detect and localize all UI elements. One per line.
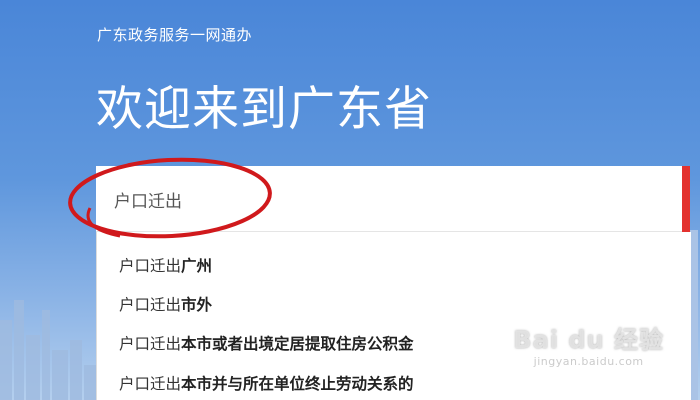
site-name[interactable]: 广东政务服务一网通办: [97, 24, 252, 45]
suggestion-item[interactable]: 户口迁出本市或者出境定居提取住房公积金: [119, 332, 414, 354]
suggestion-rest: 本市或者出境定居提取住房公积金: [181, 335, 414, 353]
suggestion-rest: 市外: [181, 296, 213, 314]
suggestion-item[interactable]: 户口迁出市外: [119, 293, 212, 315]
suggestion-dropdown: 户口迁出广州 户口迁出市外 户口迁出本市或者出境定居提取住房公积金 户口迁出本市…: [96, 232, 691, 400]
suggestion-item[interactable]: 户口迁出广州: [119, 254, 212, 276]
welcome-title: 欢迎来到广东省: [96, 82, 432, 137]
suggestion-match: 户口迁出: [119, 257, 182, 275]
baidu-jingyan-watermark: Bai du 经验 jingyan.baidu.com: [513, 320, 664, 368]
watermark-brand: Bai du 经验: [513, 326, 664, 354]
suggestion-match: 户口迁出: [119, 335, 182, 353]
suggestion-rest: 本市并与所在单位终止劳动关系的: [181, 375, 414, 393]
skyline-decoration: [0, 300, 100, 400]
suggestion-rest: 广州: [181, 257, 213, 275]
search-button[interactable]: [682, 166, 690, 232]
search-input[interactable]: [114, 186, 634, 212]
suggestion-item[interactable]: 户口迁出本市并与所在单位终止劳动关系的: [119, 372, 414, 394]
watermark-url: jingyan.baidu.com: [533, 355, 644, 368]
search-box[interactable]: [96, 166, 690, 232]
suggestion-match: 户口迁出: [119, 296, 182, 314]
suggestion-match: 户口迁出: [119, 375, 182, 393]
